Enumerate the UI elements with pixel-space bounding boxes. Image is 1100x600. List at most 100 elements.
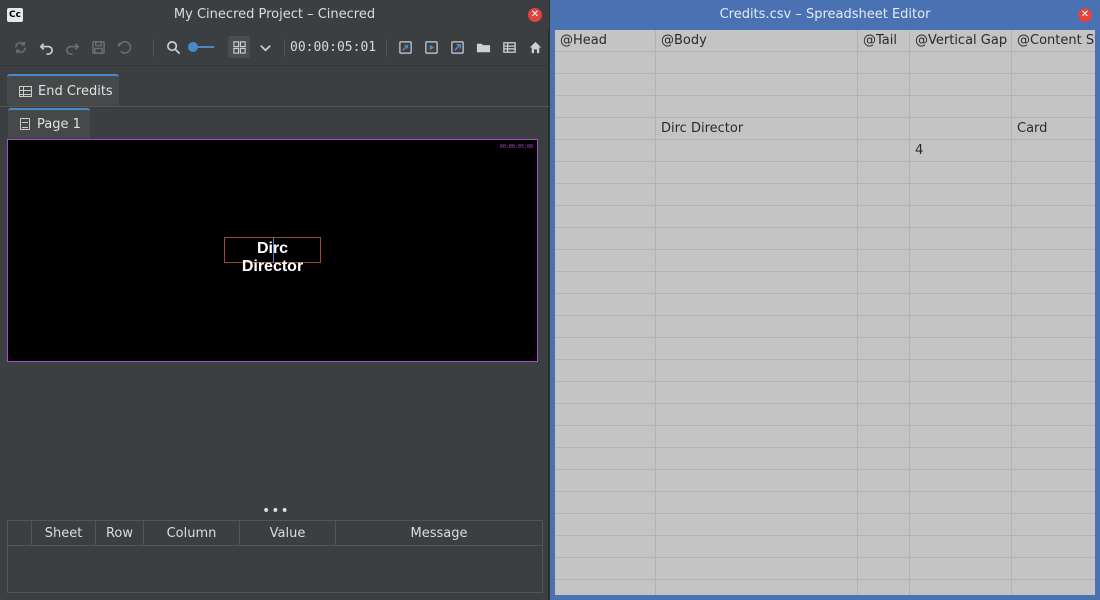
sheet-cell[interactable]	[656, 184, 858, 206]
tab-end-credits[interactable]: End Credits	[7, 74, 119, 106]
sheet-cell[interactable]	[555, 294, 656, 316]
sheet-cell[interactable]	[656, 206, 858, 228]
sheet-cell[interactable]	[1012, 492, 1095, 514]
sheet-cell[interactable]	[910, 96, 1012, 118]
sheet-cell[interactable]	[910, 558, 1012, 580]
sheet-cell[interactable]	[910, 470, 1012, 492]
sheet-cell[interactable]	[858, 184, 910, 206]
sheet-cell[interactable]	[656, 228, 858, 250]
sheet-cell[interactable]	[910, 580, 1012, 595]
sheet-cell[interactable]	[858, 404, 910, 426]
sheet-cell[interactable]	[555, 382, 656, 404]
sheet-cell[interactable]	[858, 96, 910, 118]
page-preview[interactable]: 00:00:05:00 Dirc Director	[7, 139, 538, 362]
sheet-cell[interactable]	[555, 404, 656, 426]
sheet-cell[interactable]	[555, 514, 656, 536]
sheet-cell[interactable]	[910, 492, 1012, 514]
sheet-cell[interactable]	[858, 382, 910, 404]
credit-block[interactable]: Dirc Director	[224, 237, 321, 275]
sheet-cell[interactable]	[656, 96, 858, 118]
sheet-cell[interactable]	[555, 250, 656, 272]
sheet-cell[interactable]	[656, 536, 858, 558]
sheet-cell[interactable]	[858, 228, 910, 250]
sheet-cell[interactable]	[656, 250, 858, 272]
sheet-cell[interactable]	[1012, 74, 1095, 96]
sheet-cell[interactable]	[656, 558, 858, 580]
save-icon[interactable]	[87, 36, 109, 58]
home-icon[interactable]	[524, 36, 546, 58]
sheet-cell[interactable]	[858, 294, 910, 316]
sheet-cell[interactable]	[1012, 580, 1095, 595]
sheet-cell[interactable]	[910, 74, 1012, 96]
sheet-cell[interactable]	[1012, 338, 1095, 360]
chevron-down-icon[interactable]	[254, 36, 276, 58]
zoom-slider[interactable]	[188, 39, 214, 55]
column-header[interactable]: @Vertical Gap	[910, 30, 1012, 52]
redo-icon[interactable]	[61, 36, 83, 58]
sheet-cell[interactable]	[555, 426, 656, 448]
log-column-header[interactable]: Value	[240, 521, 336, 546]
sheet-cell[interactable]	[656, 426, 858, 448]
sheet-cell[interactable]	[656, 316, 858, 338]
sheet-cell[interactable]	[910, 228, 1012, 250]
sheet-cell[interactable]	[555, 470, 656, 492]
close-window-button[interactable]: ✕	[528, 8, 542, 22]
sheet-cell[interactable]	[858, 470, 910, 492]
play-icon[interactable]	[420, 36, 442, 58]
sheet-cell[interactable]	[910, 294, 1012, 316]
sheet-cell[interactable]	[555, 74, 656, 96]
sheet-cell[interactable]	[1012, 426, 1095, 448]
more-options-icon[interactable]: •••	[262, 503, 289, 519]
sheet-cell[interactable]	[656, 470, 858, 492]
sheet-cell[interactable]	[555, 580, 656, 595]
sheet-cell[interactable]	[555, 558, 656, 580]
tab-page-1[interactable]: Page 1	[8, 108, 90, 138]
sheet-cell[interactable]	[1012, 470, 1095, 492]
sheet-cell[interactable]	[656, 448, 858, 470]
sheet-cell[interactable]	[1012, 184, 1095, 206]
sheet-cell[interactable]	[656, 140, 858, 162]
sheet-cell[interactable]	[656, 514, 858, 536]
sheet-cell[interactable]	[910, 52, 1012, 74]
sheet-cell[interactable]	[1012, 228, 1095, 250]
sheet-cell[interactable]	[910, 536, 1012, 558]
sheet-cell[interactable]	[910, 162, 1012, 184]
sheet-cell[interactable]	[910, 118, 1012, 140]
sheet-cell[interactable]	[656, 382, 858, 404]
table-icon[interactable]	[498, 36, 520, 58]
undo-icon[interactable]	[35, 36, 57, 58]
sheet-cell[interactable]	[656, 492, 858, 514]
sheet-cell[interactable]	[858, 360, 910, 382]
sheet-cell[interactable]	[555, 536, 656, 558]
sheet-cell[interactable]	[1012, 536, 1095, 558]
sheet-cell[interactable]	[858, 338, 910, 360]
sheet-cell[interactable]: Card	[1012, 118, 1095, 140]
sheet-cell[interactable]	[910, 316, 1012, 338]
sheet-cell[interactable]	[555, 492, 656, 514]
sheet-cell[interactable]	[1012, 250, 1095, 272]
sheet-cell[interactable]	[858, 558, 910, 580]
sheet-cell[interactable]	[656, 294, 858, 316]
sheet-cell[interactable]	[858, 140, 910, 162]
sheet-cell[interactable]	[656, 404, 858, 426]
sheet-cell[interactable]	[910, 338, 1012, 360]
sheet-cell[interactable]	[555, 184, 656, 206]
sheet-cell[interactable]	[1012, 294, 1095, 316]
log-column-header[interactable]: Sheet	[32, 521, 96, 546]
folder-icon[interactable]	[472, 36, 494, 58]
sheet-cell[interactable]	[858, 514, 910, 536]
zoom-icon[interactable]	[162, 36, 184, 58]
sheet-cell[interactable]	[858, 272, 910, 294]
sheet-cell[interactable]	[910, 250, 1012, 272]
sheet-cell[interactable]	[858, 580, 910, 595]
sheet-cell[interactable]	[858, 206, 910, 228]
log-column-header[interactable]: Row	[96, 521, 144, 546]
sheet-cell[interactable]	[555, 448, 656, 470]
sheet-cell[interactable]	[910, 206, 1012, 228]
sheet-cell[interactable]	[1012, 514, 1095, 536]
sheet-cell[interactable]	[555, 316, 656, 338]
sheet-cell[interactable]	[555, 338, 656, 360]
sheet-cell[interactable]	[656, 580, 858, 595]
sheet-cell[interactable]	[858, 536, 910, 558]
sheet-cell[interactable]	[555, 228, 656, 250]
